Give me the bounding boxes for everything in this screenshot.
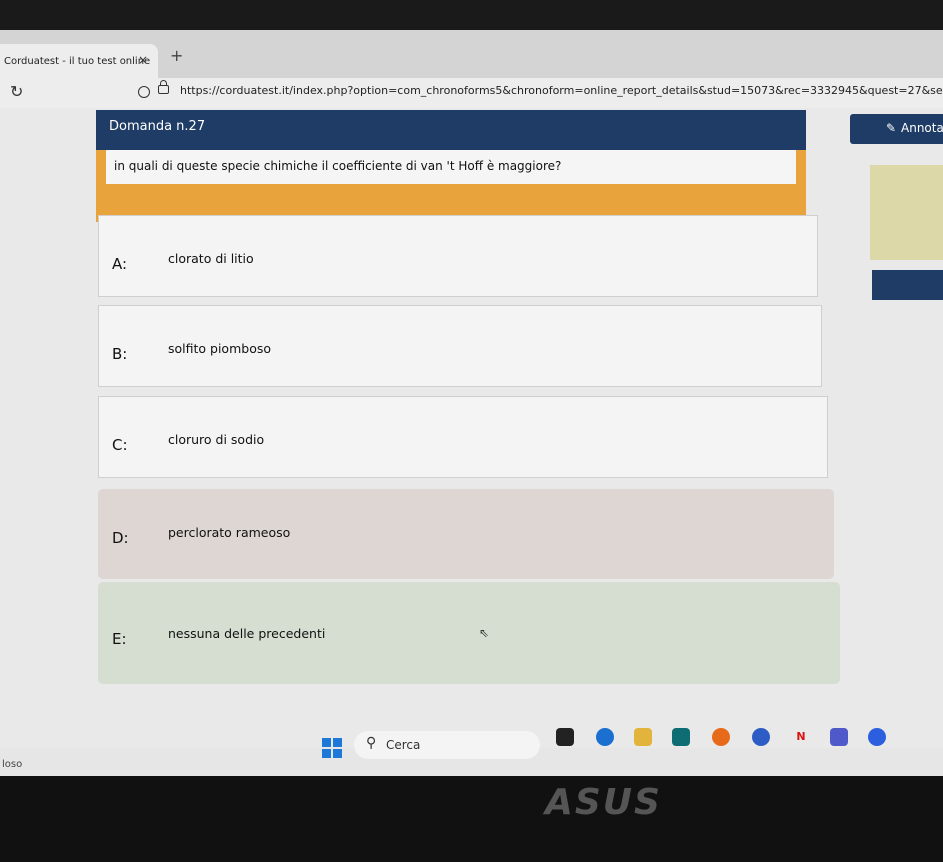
question-number: Domanda n.27 <box>109 119 206 134</box>
store-app-icon[interactable] <box>672 728 690 746</box>
teams-app-icon[interactable] <box>830 728 848 746</box>
laptop-bezel <box>0 776 943 862</box>
firefox-app-icon[interactable] <box>712 728 730 746</box>
question-text: in quali di queste specie chimiche il co… <box>114 159 562 173</box>
browser-tab[interactable]: Corduatest - il tuo test online × <box>0 44 158 78</box>
tab-title: Corduatest - il tuo test online <box>4 55 151 67</box>
question-box: in quali di queste specie chimiche il co… <box>96 138 806 222</box>
annota-label: Annota <box>901 121 943 135</box>
screen: Corduatest - il tuo test online × + ↻ ht… <box>0 30 943 775</box>
address-bar: ↻ https://corduatest.it/index.php?option… <box>0 78 943 108</box>
option-text: clorato di litio <box>168 251 254 266</box>
answer-option-c[interactable]: C: cloruro di sodio <box>98 396 828 478</box>
answer-option-d[interactable]: D: perclorato rameoso <box>98 489 834 579</box>
lock-icon[interactable] <box>158 80 169 94</box>
maps-app-icon[interactable] <box>868 728 886 746</box>
option-letter: A: <box>112 255 128 273</box>
mouse-cursor-icon: ⇖ <box>479 626 490 640</box>
option-letter: E: <box>112 630 127 648</box>
option-letter: D: <box>112 529 129 547</box>
taskbar: loso ⚲ Cerca N <box>0 728 943 776</box>
netflix-app-icon[interactable]: N <box>792 728 810 746</box>
question-header: Domanda n.27 <box>96 110 806 150</box>
close-icon[interactable]: × <box>138 53 148 67</box>
terminal-app-icon[interactable] <box>556 728 574 746</box>
search-icon: ⚲ <box>366 735 377 751</box>
option-text: solfito piomboso <box>168 341 272 356</box>
tracking-shield-icon[interactable] <box>138 86 150 98</box>
pencil-icon: ✎ <box>886 121 897 135</box>
zoom-app-icon[interactable] <box>752 728 770 746</box>
taskbar-left-label: loso <box>2 759 23 770</box>
option-letter: B: <box>112 345 128 363</box>
chrome-app-icon[interactable] <box>596 728 614 746</box>
url-field[interactable]: https://corduatest.it/index.php?option=c… <box>180 84 943 97</box>
option-text: nessuna delle precedenti <box>168 626 326 641</box>
browser-tabbar: Corduatest - il tuo test online × + <box>0 30 943 78</box>
new-tab-button[interactable]: + <box>170 46 183 65</box>
side-panel <box>870 165 943 260</box>
answer-option-e[interactable]: E: nessuna delle precedenti <box>98 582 840 684</box>
windows-start-icon[interactable] <box>322 738 342 758</box>
file-explorer-icon[interactable] <box>634 728 652 746</box>
option-text: cloruro di sodio <box>168 432 265 447</box>
answer-option-a[interactable]: A: clorato di litio <box>98 215 818 297</box>
side-button[interactable] <box>872 270 943 300</box>
laptop-brand-logo: ASUS <box>545 782 662 823</box>
search-label: Cerca <box>386 738 421 752</box>
option-text: perclorato rameoso <box>168 525 291 540</box>
answer-option-b[interactable]: B: solfito piomboso <box>98 305 822 387</box>
option-letter: C: <box>112 436 128 454</box>
taskbar-search[interactable]: ⚲ Cerca <box>354 731 540 759</box>
reload-icon[interactable]: ↻ <box>10 82 23 101</box>
annota-button[interactable]: ✎ Annota <box>850 114 943 144</box>
